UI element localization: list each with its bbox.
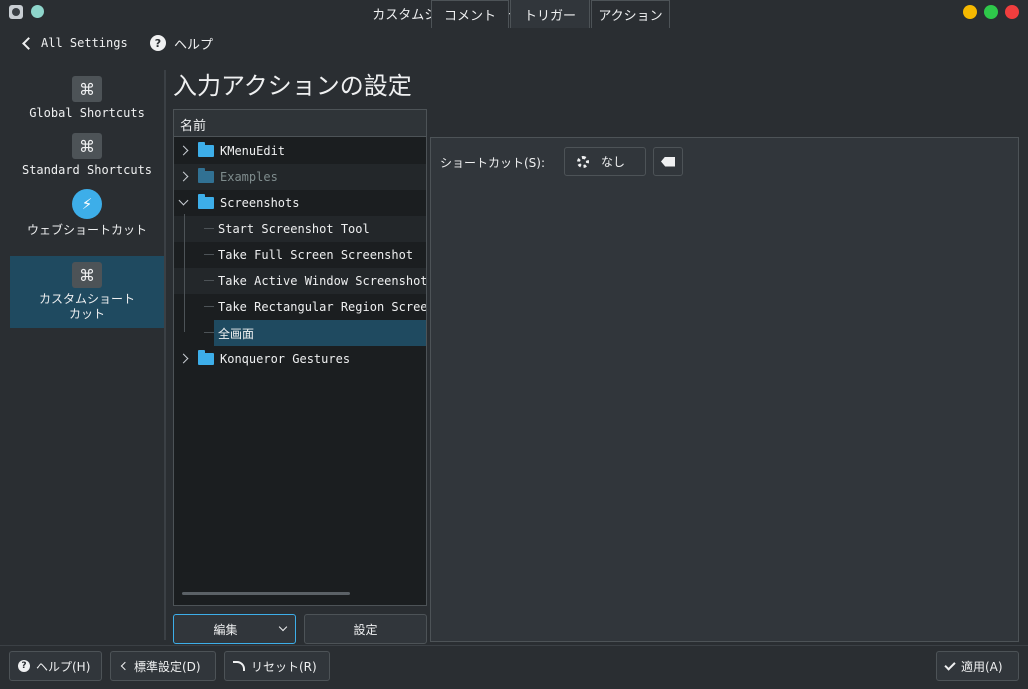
footer-divider <box>0 645 1028 646</box>
reset-button[interactable]: リセット(R) <box>224 651 330 681</box>
settings-button[interactable]: 設定 <box>304 614 427 644</box>
undo-icon <box>233 661 245 671</box>
sidebar-item-label: ウェブショートカット <box>27 223 148 237</box>
maximize-button[interactable] <box>984 5 998 19</box>
tree-guide-line <box>204 254 214 255</box>
apply-label: 適用(A) <box>961 659 1003 674</box>
help-footer-label: ヘルプ(H) <box>36 659 91 674</box>
sidebar-item-standard-shortcuts[interactable]: ⌘ Standard Shortcuts <box>10 133 164 189</box>
sidebar-item-label: Standard Shortcuts <box>21 163 153 177</box>
help-icon: ? <box>18 660 30 672</box>
web-shortcut-icon: ⚡ <box>72 189 102 219</box>
tree-guide-line <box>204 228 214 229</box>
trigger-panel: ショートカット(S): なし <box>430 137 1019 642</box>
shortcut-value: なし <box>601 155 626 169</box>
tab-action[interactable]: アクション <box>591 0 670 28</box>
help-button[interactable]: ? ヘルプ <box>150 33 213 53</box>
tree-row-label: Examples <box>220 170 278 184</box>
tree-row-fullscreen[interactable]: 全画面 <box>174 320 426 346</box>
tree-row-label: 全画面 <box>218 326 255 341</box>
settings-label: 設定 <box>353 622 378 637</box>
edit-dropdown-button[interactable]: 編集 <box>173 614 296 644</box>
tree-guide-line <box>184 214 185 332</box>
command-icon: ⌘ <box>72 133 102 159</box>
sidebar-item-web-shortcuts[interactable]: ⚡ ウェブショートカット <box>10 189 164 255</box>
apply-button[interactable]: 適用(A) <box>936 651 1019 681</box>
chevron-down-icon <box>278 622 288 632</box>
command-icon: ⌘ <box>72 262 102 288</box>
folder-icon <box>198 350 214 365</box>
edit-label: 編集 <box>213 622 238 637</box>
tree-row-take-active-window-screenshot[interactable]: Take Active Window Screenshot <box>174 268 426 294</box>
defaults-label: 標準設定(D) <box>134 659 201 674</box>
sidebar-item-label: カスタムショート カット <box>38 292 135 321</box>
tree-row-examples[interactable]: Examples <box>174 164 426 190</box>
tree-row-label: KMenuEdit <box>220 144 286 158</box>
help-label: ヘルプ <box>174 37 214 53</box>
tree-row-screenshots[interactable]: Screenshots <box>174 190 426 216</box>
chevron-right-icon[interactable] <box>178 353 189 364</box>
tree-row-konqueror-gestures[interactable]: Konqueror Gestures <box>174 346 426 372</box>
clear-shortcut-button[interactable] <box>653 147 683 176</box>
tree-guide-line <box>204 280 214 281</box>
action-tree[interactable]: 名前 KMenuEdit Examples Screenshots Start … <box>173 109 427 606</box>
reset-label: リセット(R) <box>251 659 317 674</box>
close-button[interactable] <box>1005 5 1019 19</box>
all-settings-label: All Settings <box>41 36 128 50</box>
tree-row-start-screenshot-tool[interactable]: Start Screenshot Tool <box>174 216 426 242</box>
tree-row-label: Screenshots <box>220 196 300 210</box>
chevron-right-icon[interactable] <box>178 145 189 156</box>
shortcut-capture-button[interactable]: なし <box>564 147 646 176</box>
sidebar-divider <box>164 70 166 640</box>
tree-row-label: Take Active Window Screenshot <box>218 274 426 288</box>
chevron-right-icon[interactable] <box>178 171 189 182</box>
check-icon <box>944 658 956 671</box>
tree-row-label: Take Full Screen Screenshot <box>218 248 414 262</box>
tree-row-label: Konqueror Gestures <box>220 352 351 366</box>
sidebar-item-label: Global Shortcuts <box>29 106 145 120</box>
folder-icon <box>198 168 214 183</box>
tree-row-take-full-screen-screenshot[interactable]: Take Full Screen Screenshot <box>174 242 426 268</box>
command-icon: ⌘ <box>72 76 102 102</box>
help-icon: ? <box>150 35 166 51</box>
chevron-left-icon <box>120 661 130 671</box>
minimize-button[interactable] <box>963 5 977 19</box>
tree-guide-line <box>204 332 214 333</box>
tree-row-label: Start Screenshot Tool <box>218 222 370 236</box>
tree-row-kmenuedit[interactable]: KMenuEdit <box>174 138 426 164</box>
tab-label: トリガー <box>523 8 576 24</box>
sidebar: ⌘ Global Shortcuts ⌘ Standard Shortcuts … <box>10 70 165 640</box>
chevron-left-icon <box>22 36 35 50</box>
clear-icon <box>661 156 675 167</box>
shortcut-label: ショートカット(S): <box>440 156 546 170</box>
tree-row-take-rectangular-region-screenshot[interactable]: Take Rectangular Region Screensh <box>174 294 426 320</box>
top-navigation: All Settings ? ヘルプ <box>0 26 1028 60</box>
all-settings-button[interactable]: All Settings <box>18 33 128 53</box>
folder-icon <box>198 194 214 209</box>
gear-icon <box>577 155 589 168</box>
tree-header-name[interactable]: 名前 <box>174 110 426 137</box>
sidebar-item-custom-shortcuts[interactable]: ⌘ カスタムショート カット <box>10 256 164 328</box>
tab-trigger[interactable]: トリガー <box>510 0 590 28</box>
tab-label: コメント <box>443 9 496 24</box>
horizontal-scrollbar[interactable] <box>182 592 350 595</box>
tree-guide-line <box>204 306 214 307</box>
tab-label: アクション <box>598 9 663 24</box>
chevron-down-icon[interactable] <box>178 195 189 206</box>
sidebar-item-global-shortcuts[interactable]: ⌘ Global Shortcuts <box>10 76 164 132</box>
tree-row-label: Take Rectangular Region Screensh <box>218 300 426 314</box>
folder-icon <box>198 142 214 157</box>
help-footer-button[interactable]: ? ヘルプ(H) <box>9 651 102 681</box>
tab-comment[interactable]: コメント <box>431 0 509 28</box>
page-title: 入力アクションの設定 <box>173 72 412 100</box>
defaults-button[interactable]: 標準設定(D) <box>110 651 216 681</box>
